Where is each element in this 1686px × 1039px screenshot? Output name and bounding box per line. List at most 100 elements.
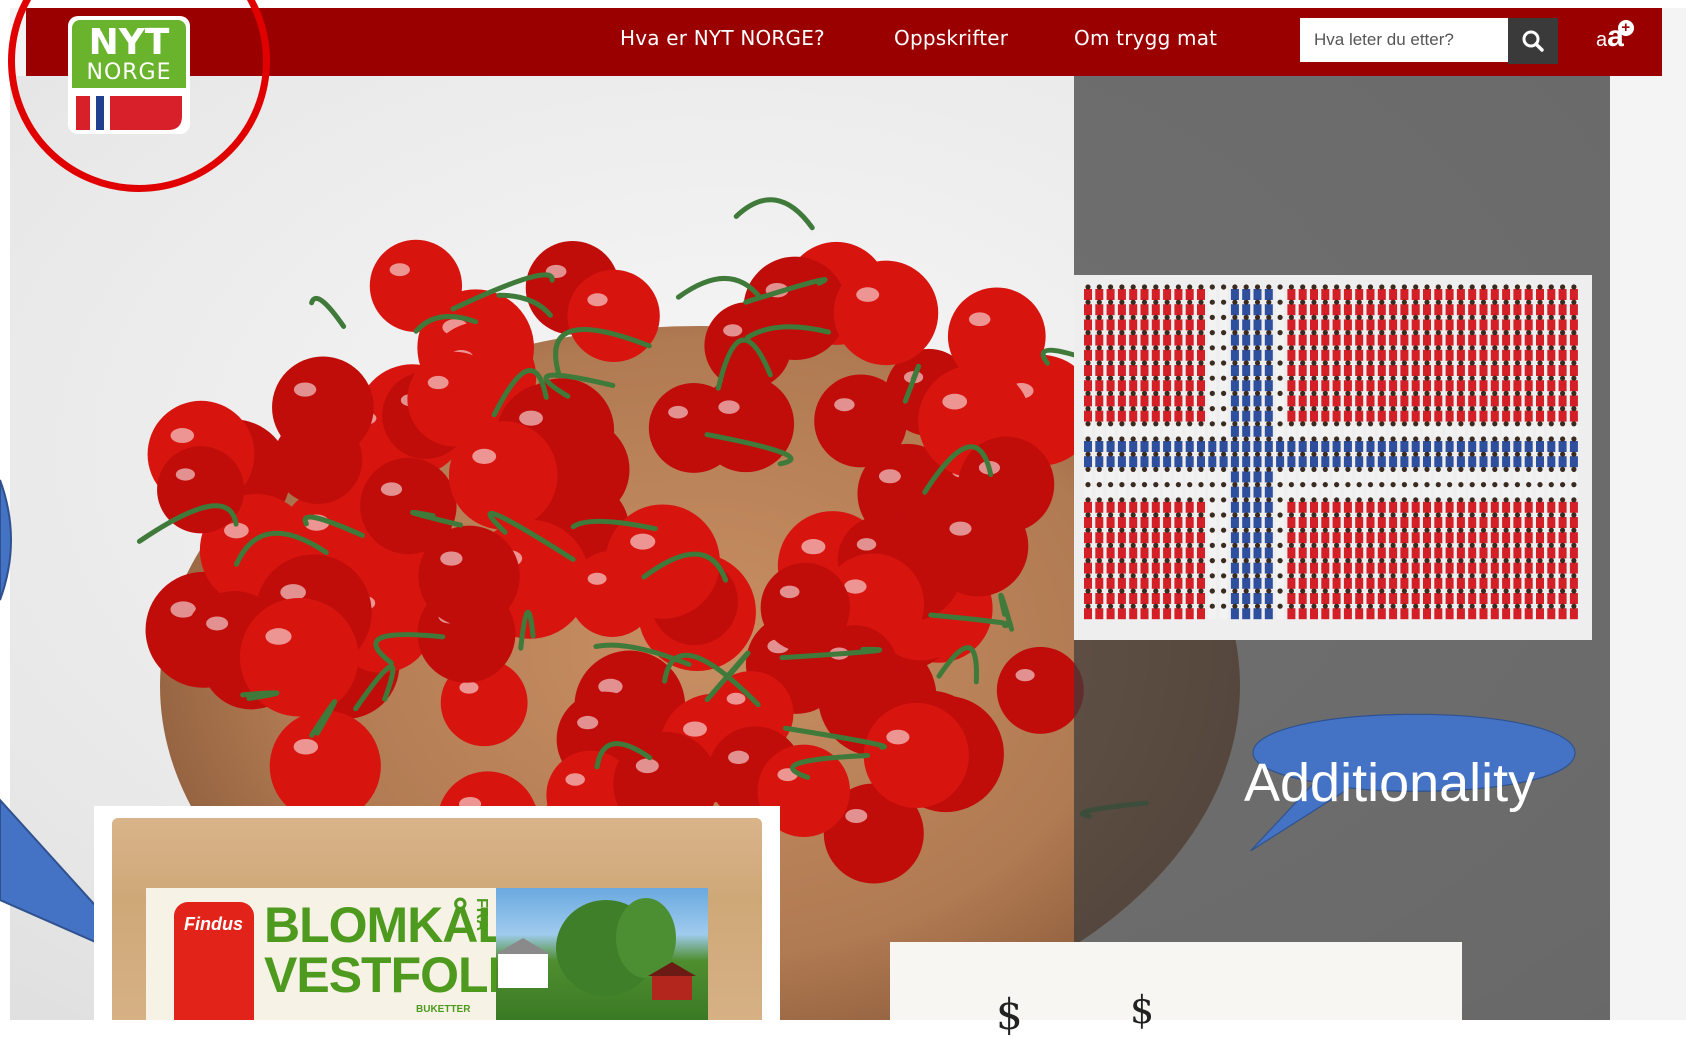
crowd-person [1106, 608, 1115, 620]
crowd-person [1343, 517, 1352, 528]
crowd-head [1413, 436, 1419, 442]
crowd-person [1321, 380, 1330, 392]
crowd-head [1300, 527, 1306, 533]
crowd-head [1413, 466, 1419, 472]
font-size-toggle[interactable]: aa + [1596, 20, 1634, 54]
crowd-head [1232, 345, 1238, 351]
crowd-head [1243, 330, 1249, 336]
crowd-head [1254, 345, 1261, 351]
crowd-head [1232, 421, 1238, 427]
crowd-person [1163, 304, 1172, 316]
crowd-person [1343, 501, 1352, 513]
crowd-person [1163, 577, 1172, 589]
crowd-head [1480, 284, 1487, 290]
crowd-person [1264, 577, 1273, 589]
crowd-head [1175, 542, 1181, 548]
crowd-head [1322, 345, 1328, 351]
crowd-person [1524, 562, 1533, 574]
crowd-head [1096, 375, 1102, 381]
crowd-person [1411, 471, 1420, 483]
crowd-person [1377, 562, 1386, 574]
crowd-head [1560, 406, 1566, 412]
crowd-person [1163, 425, 1172, 437]
crowd-person [1366, 349, 1375, 361]
crowd-head [1401, 603, 1407, 609]
crowd-head [1401, 512, 1407, 518]
crowd-head [1096, 558, 1102, 564]
crowd-head [1537, 466, 1543, 472]
crowd-person [1569, 593, 1578, 604]
crowd-person [1456, 289, 1465, 300]
crowd-head [1311, 330, 1317, 336]
crowd-head [1266, 330, 1272, 336]
crowd-head [1356, 482, 1362, 488]
crowd-head [1119, 284, 1125, 290]
crowd-person [1456, 334, 1465, 346]
crowd-person [1230, 289, 1239, 300]
crowd-person [1129, 365, 1138, 376]
crowd-person [1253, 501, 1262, 513]
crowd-head [1141, 558, 1148, 564]
crowd-person [1445, 501, 1454, 513]
crowd-person [1117, 365, 1126, 376]
crowd-person [1298, 395, 1307, 407]
crowd-person [1264, 334, 1273, 346]
search-input[interactable] [1300, 18, 1508, 62]
crowd-person [1208, 517, 1217, 528]
crowd-head [1153, 314, 1159, 320]
crowd-person [1253, 380, 1262, 392]
crowd-person [1321, 577, 1330, 589]
crowd-person [1242, 517, 1251, 528]
crowd-person [1129, 532, 1138, 544]
crowd-person [1140, 410, 1149, 422]
tomato-highlight [856, 538, 877, 551]
crowd-head [1221, 542, 1227, 548]
crowd-person [1558, 608, 1567, 620]
crowd-head [1424, 360, 1430, 366]
crowd-head [1537, 314, 1543, 320]
nav-link-food-safety[interactable]: Om trygg mat [1074, 26, 1217, 50]
crowd-person [1502, 471, 1511, 483]
nav-link-about[interactable]: Hva er NYT NORGE? [620, 26, 825, 50]
crowd-person [1276, 289, 1285, 300]
search-button[interactable] [1508, 18, 1558, 64]
crowd-person [1558, 304, 1567, 316]
crowd-person [1310, 380, 1318, 392]
crowd-head [1108, 436, 1114, 442]
crowd-head [1130, 360, 1136, 366]
crowd-head [1548, 436, 1554, 442]
crowd-person [1095, 471, 1104, 483]
crowd-head [1232, 330, 1238, 336]
font-size-plus-icon: + [1617, 20, 1634, 36]
crowd-person [1389, 593, 1398, 604]
crowd-head [1085, 558, 1091, 564]
crowd-head [1367, 573, 1374, 579]
crowd-head [1119, 558, 1125, 564]
crowd-person [1423, 410, 1431, 422]
crowd-head [1288, 482, 1294, 488]
crowd-person [1366, 486, 1375, 498]
crowd-person [1479, 532, 1488, 544]
crowd-head [1108, 542, 1114, 548]
crowd-person [1411, 517, 1420, 528]
crowd-person [1140, 593, 1149, 604]
crowd-person [1445, 380, 1454, 392]
crowd-head [1435, 390, 1441, 396]
crowd-person [1117, 486, 1126, 498]
crowd-person [1230, 410, 1239, 422]
crowd-head [1153, 466, 1159, 472]
crowd-person [1174, 319, 1183, 331]
crowd-head [1401, 482, 1407, 488]
crowd-person [1084, 471, 1092, 483]
crowd-person [1163, 441, 1172, 452]
crowd-head [1277, 588, 1283, 594]
crowd-person [1468, 304, 1477, 316]
crowd-head [1526, 558, 1532, 564]
crowd-person [1106, 441, 1115, 452]
crowd-head [1254, 284, 1261, 290]
crowd-head [1571, 573, 1577, 579]
crowd-head [1469, 558, 1475, 564]
crowd-person [1434, 471, 1443, 483]
nav-link-recipes[interactable]: Oppskrifter [894, 26, 1008, 50]
crowd-person [1230, 486, 1239, 498]
